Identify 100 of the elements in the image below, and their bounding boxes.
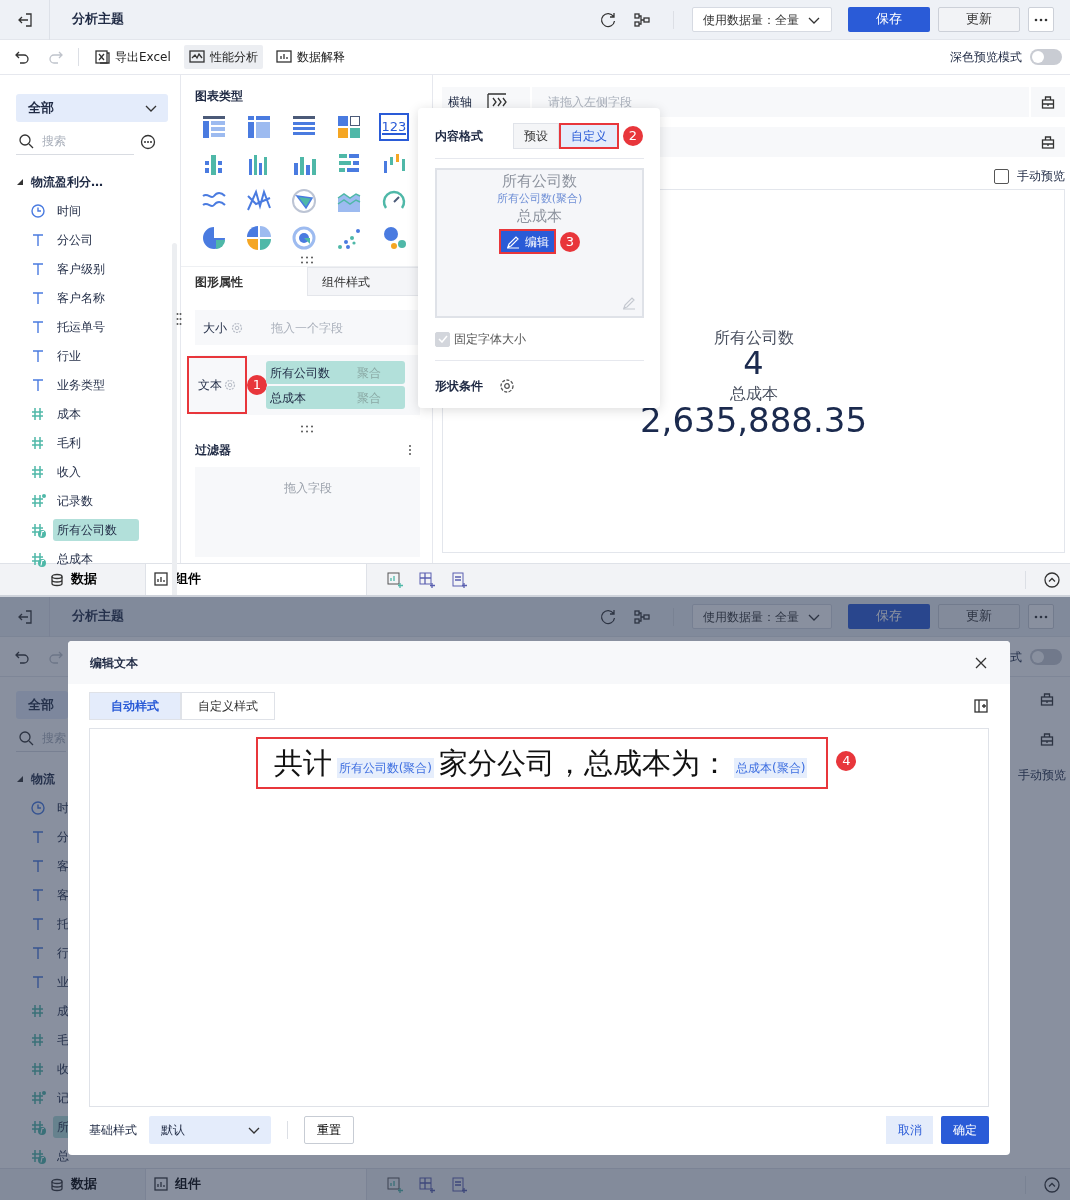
axis-label: 横轴 bbox=[448, 94, 472, 111]
clock-icon bbox=[30, 202, 46, 219]
add-table-icon[interactable] bbox=[419, 1176, 435, 1193]
editor-text: 共计 bbox=[273, 748, 332, 778]
base-style-select[interactable]: 默认 bbox=[149, 1116, 271, 1144]
bubble-chart-icon[interactable] bbox=[381, 225, 407, 251]
bar-chart-icon bbox=[275, 49, 292, 65]
expand-arrow-icon[interactable] bbox=[16, 177, 24, 186]
search-placeholder: 搜索 bbox=[42, 133, 66, 150]
text-type-icon bbox=[30, 231, 46, 248]
drag-handle-icon[interactable] bbox=[176, 312, 182, 326]
drag-handle-icon[interactable] bbox=[298, 425, 315, 433]
field-item[interactable]: 行业 bbox=[53, 344, 85, 367]
toolbar-button[interactable]: 导出Excel bbox=[89, 45, 176, 69]
number-type-icon bbox=[30, 1060, 46, 1077]
field-item[interactable]: 总 bbox=[53, 1144, 73, 1167]
pie-chart-icon[interactable] bbox=[201, 225, 227, 251]
panel-tab[interactable]: 数据 bbox=[0, 1168, 145, 1200]
pie-chart-icon[interactable] bbox=[246, 225, 272, 251]
field-item[interactable]: 分公司 bbox=[53, 228, 97, 251]
confirm-button[interactable]: 确定 bbox=[941, 1116, 989, 1144]
editor-text: 家分公司，总成本为： bbox=[439, 748, 729, 778]
dark-mode-toggle[interactable] bbox=[1030, 49, 1062, 65]
toolbar-button[interactable]: 性能分析 bbox=[183, 45, 263, 69]
kpi-value: 2,635,888.35 bbox=[639, 402, 868, 437]
radar-chart-icon[interactable] bbox=[291, 188, 317, 214]
page-title: 分析主题 bbox=[72, 607, 124, 626]
cross-table-icon[interactable] bbox=[246, 114, 272, 140]
table-icon[interactable] bbox=[201, 114, 227, 140]
flow-icon[interactable] bbox=[633, 11, 651, 28]
drag-handle-icon[interactable] bbox=[298, 256, 315, 264]
collapse-icon[interactable] bbox=[1044, 571, 1060, 588]
save-button[interactable]: 保存 bbox=[848, 7, 930, 32]
export-icon bbox=[94, 49, 110, 65]
field-item[interactable]: 客户级别 bbox=[53, 257, 109, 280]
field-item[interactable]: 记录数 bbox=[53, 489, 97, 512]
panel-tab[interactable]: 组件 bbox=[145, 1168, 367, 1200]
folder-label[interactable]: 物流盈利分… bbox=[31, 172, 103, 191]
reset-button[interactable]: 重置 bbox=[304, 1116, 354, 1144]
lock-icon[interactable] bbox=[1041, 95, 1055, 109]
close-icon[interactable] bbox=[974, 655, 988, 670]
kpi-chart-type[interactable]: 123 bbox=[379, 113, 409, 141]
section-title: 形状条件 bbox=[435, 378, 483, 395]
style-tab[interactable]: 自动样式 bbox=[89, 692, 181, 720]
field-item[interactable]: 托运单号 bbox=[53, 315, 109, 338]
undo-icon[interactable] bbox=[14, 49, 30, 65]
field-tag[interactable]: 总成本(聚合) bbox=[734, 758, 808, 778]
callout-number: 3 bbox=[560, 231, 580, 252]
field-item[interactable]: 成本 bbox=[53, 402, 85, 425]
text-type-icon bbox=[30, 944, 46, 961]
add-table-icon[interactable] bbox=[419, 571, 435, 588]
text-type-icon bbox=[30, 376, 46, 393]
dark-mode-label: 式 bbox=[1010, 648, 1022, 666]
field-item[interactable]: 客户名称 bbox=[53, 286, 109, 309]
field-item[interactable]: 收入 bbox=[53, 460, 85, 483]
cancel-button[interactable]: 取消 bbox=[886, 1116, 933, 1144]
edit-button[interactable]: 编辑 bbox=[499, 229, 556, 254]
add-chart-icon[interactable] bbox=[387, 571, 403, 588]
folder-label[interactable]: 物流 bbox=[31, 769, 55, 788]
data-amount-select[interactable]: 使用数据量：全量 bbox=[692, 7, 832, 32]
field-item[interactable]: 所有公司数 bbox=[53, 518, 139, 541]
field-label: 大小 bbox=[203, 319, 227, 337]
text-type-icon bbox=[30, 886, 46, 903]
dark-mode-toggle[interactable] bbox=[1030, 648, 1062, 665]
format-option[interactable]: 自定义 bbox=[559, 123, 619, 149]
field-label: 基础样式 bbox=[89, 1122, 137, 1139]
text-type-icon bbox=[30, 347, 46, 364]
field-item[interactable]: 业务类型 bbox=[53, 373, 109, 396]
more-icon bbox=[1034, 614, 1048, 619]
callout-number: 2 bbox=[623, 126, 643, 146]
number-type-icon bbox=[30, 434, 46, 451]
lock-icon[interactable] bbox=[1041, 135, 1055, 149]
add-report-icon[interactable] bbox=[451, 571, 467, 588]
pencil-icon bbox=[506, 234, 520, 249]
field-item[interactable]: 毛利 bbox=[53, 431, 85, 454]
update-button[interactable]: 更新 bbox=[938, 604, 1020, 629]
format-option[interactable]: 预设 bbox=[513, 123, 559, 149]
ring-chart-icon[interactable] bbox=[291, 225, 317, 251]
text-type-icon bbox=[30, 828, 46, 845]
calculated-field-icon bbox=[30, 521, 46, 538]
treemap-icon[interactable] bbox=[336, 114, 362, 140]
text-editor[interactable]: 共计 所有公司数(聚合) 家分公司，总成本为： 总成本(聚合) 4 bbox=[89, 728, 989, 1107]
field-item[interactable]: 时间 bbox=[53, 199, 85, 222]
more-options-icon[interactable] bbox=[140, 134, 156, 150]
panel-toggle-icon[interactable] bbox=[973, 698, 989, 714]
category-dropdown[interactable]: 全部 bbox=[16, 94, 168, 122]
exit-icon[interactable] bbox=[16, 11, 33, 28]
manual-preview-checkbox[interactable] bbox=[994, 168, 1009, 184]
settings-icon[interactable] bbox=[499, 378, 515, 394]
add-report-icon[interactable] bbox=[451, 1176, 467, 1193]
field-tag[interactable]: 所有公司数(聚合) bbox=[336, 758, 434, 778]
data-amount-select[interactable]: 使用数据量：全量 bbox=[692, 604, 832, 629]
category-dropdown[interactable]: 全部 bbox=[16, 691, 68, 719]
refresh-icon[interactable] bbox=[599, 10, 617, 29]
style-tab[interactable]: 自定义样式 bbox=[181, 692, 275, 720]
monitor-chart-icon bbox=[188, 49, 205, 65]
kebab-menu-icon[interactable] bbox=[408, 444, 412, 456]
update-button[interactable]: 更新 bbox=[938, 7, 1020, 32]
field-item[interactable]: 总成本 bbox=[53, 547, 97, 570]
toolbar-button[interactable]: 数据解释 bbox=[270, 45, 350, 69]
